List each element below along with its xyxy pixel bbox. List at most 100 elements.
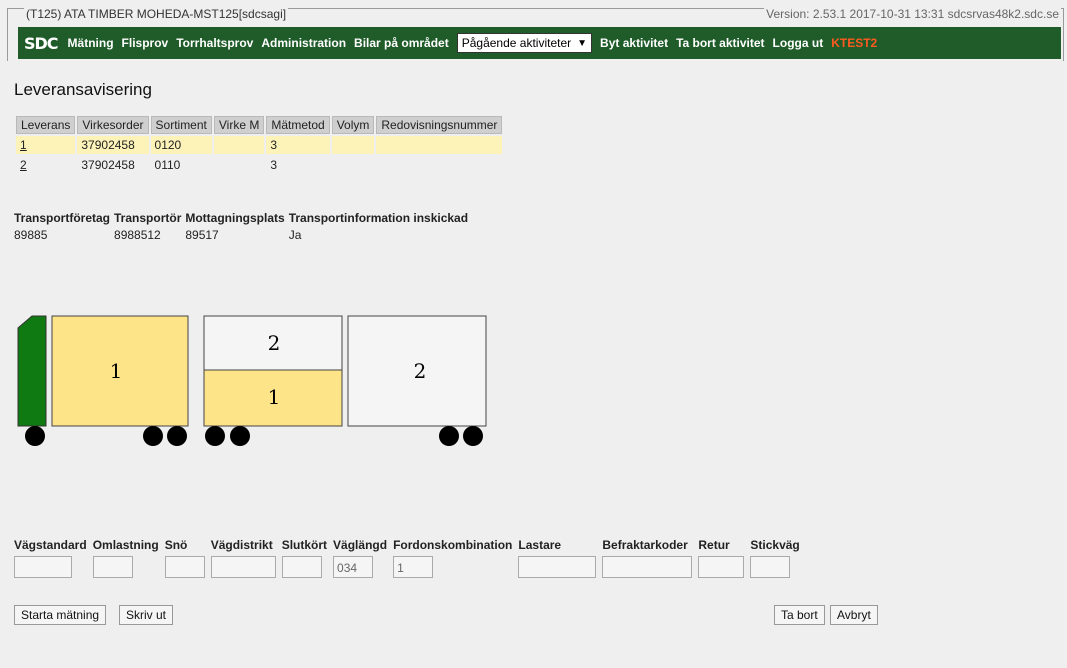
label-transportforetag: Transportföretag [14,211,111,225]
version-info: Version: 2.53.1 2017-10-31 13:31 sdcsrva… [764,7,1061,21]
leverans-table: Leverans Virkesorder Sortiment Virke M M… [14,114,504,176]
label-sno: Snö [164,538,188,552]
cell-fordonskombination: 1 [393,556,518,578]
label-vagdistrikt: Vägdistrikt [210,538,273,552]
cell-vagstandard [14,556,93,578]
main-navbar: SDC Mätning Flisprov Torrhaltsprov Admin… [18,27,1061,59]
cell-virkesorder: 37902458 [77,136,149,154]
col-redovisningsnummer[interactable]: Redovisningsnummer [376,116,503,134]
col-sortiment[interactable]: Sortiment [150,116,212,134]
label-fordonskombination: Fordonskombination [393,538,513,552]
cell-matmetod: 3 [270,158,278,172]
wheel [143,426,163,446]
wheel [463,426,483,446]
cell-sortiment: 0120 [150,136,212,154]
nav-byt-aktivitet[interactable]: Byt aktivitet [596,36,672,50]
omlastning-field[interactable] [92,556,133,578]
label-transportinformation: Transportinformation inskickad [288,211,469,225]
table-row: 2 37902458 0110 3 [16,156,502,174]
label-omlastning: Omlastning [92,538,159,552]
cell-stickvag [750,556,805,578]
start-measurement-button[interactable]: Starta mätning [14,605,107,625]
table-row: 1 37902458 0120 3 [16,136,503,154]
cell-vaglangd: 034 [333,556,393,578]
cell-leverans: 2 [16,156,75,174]
wheel [205,426,225,446]
value-transportor: 8988512 [114,228,161,242]
label-slutkort: Slutkört [281,538,328,552]
sdc-logo: SDC [24,33,59,53]
cell-leverans: 1 [16,136,76,154]
leverans-link[interactable]: 2 [20,158,27,172]
print-button[interactable]: Skriv ut [119,605,174,625]
label-vagstandard: Vägstandard [14,538,87,552]
window-title: (T125) ATA TIMBER MOHEDA-MST125[sdcsagi] [24,7,289,21]
cell-lastare [518,556,602,578]
wheel [230,426,250,446]
wheel [167,426,187,446]
vagdistrikt-field[interactable] [210,556,276,578]
wheel [439,426,459,446]
value-transportforetag: 89885 [14,228,48,242]
trailer1-lower-label: 1 [268,385,281,409]
cell-redovisningsnummer [376,136,503,154]
delete-button[interactable]: Ta bort [774,605,825,625]
col-leverans[interactable]: Leverans [16,116,76,134]
cell-befraktarkoder [602,556,698,578]
cell-sortiment: 0110 [154,158,181,172]
befraktarkoder-field[interactable] [602,556,693,578]
fordonskombination-field[interactable]: 1 [393,556,434,578]
col-matmetod[interactable]: Mätmetod [266,116,330,134]
vehicle-load-diagram: 1 2 1 2 [17,315,487,446]
cell-matmetod: 3 [266,136,330,154]
vaglangd-field[interactable]: 034 [333,556,374,578]
nav-flisprov[interactable]: Flisprov [118,36,173,50]
label-stickvag: Stickväg [750,538,800,552]
label-mottagningsplats: Mottagningsplats [185,211,285,225]
cell-retur [698,556,750,578]
label-vaglangd: Väglängd [333,538,388,552]
nav-ta-bort-aktivitet[interactable]: Ta bort aktivitet [672,36,768,50]
trailer1-upper-label: 2 [268,331,281,355]
nav-administration[interactable]: Administration [257,36,350,50]
activity-select-value: Pågående aktiviteter [461,36,572,50]
cell-virkesorder: 37902458 [81,158,135,172]
cell-volym [332,156,375,174]
cell-virke-m [213,136,265,154]
table-header-row: Leverans Virkesorder Sortiment Virke M M… [16,116,503,134]
label-befraktarkoder: Befraktarkoder [602,538,688,552]
slutkort-field[interactable] [281,556,322,578]
cell-vagdistrikt [210,556,282,578]
col-virkesorder[interactable]: Virkesorder [77,116,149,134]
nav-matning[interactable]: Mätning [64,36,118,50]
lastare-field[interactable] [518,556,597,578]
retur-field[interactable] [698,556,745,578]
activity-select[interactable]: Pågående aktiviteter ▼ [456,33,593,53]
leverans-link[interactable]: 1 [20,138,27,152]
page-title: Leveransavisering [14,80,152,99]
col-volym[interactable]: Volym [331,116,375,134]
wheel [25,426,45,446]
cell-virke-m [214,156,264,174]
cell-omlastning [92,556,165,578]
vagstandard-field[interactable] [14,556,72,578]
transport-info: Transportföretag Transportör Mottagnings… [14,211,472,242]
trailer2-label: 2 [414,359,427,383]
truck-cab[interactable] [17,315,47,427]
stickvag-field[interactable] [750,556,791,578]
value-mottagningsplats: 89517 [185,228,219,242]
nav-logga-ut[interactable]: Logga ut [769,36,828,50]
nav-bilar-pa-omradet[interactable]: Bilar på området [350,36,453,50]
chevron-down-icon: ▼ [577,37,588,49]
cancel-button[interactable]: Avbryt [830,605,878,625]
nav-torrhaltsprov[interactable]: Torrhaltsprov [172,36,257,50]
delivery-form: Vägstandard Omlastning Snö Vägdistrikt S… [14,538,806,578]
value-transportinformation: Ja [288,228,302,242]
col-virke-m[interactable]: Virke M [213,116,265,134]
label-retur: Retur [698,538,730,552]
sno-field[interactable] [164,556,205,578]
label-transportor: Transportör [114,211,182,225]
cell-volym [331,136,375,154]
cell-redovisningsnummer [376,156,502,174]
cell-slutkort [281,556,333,578]
